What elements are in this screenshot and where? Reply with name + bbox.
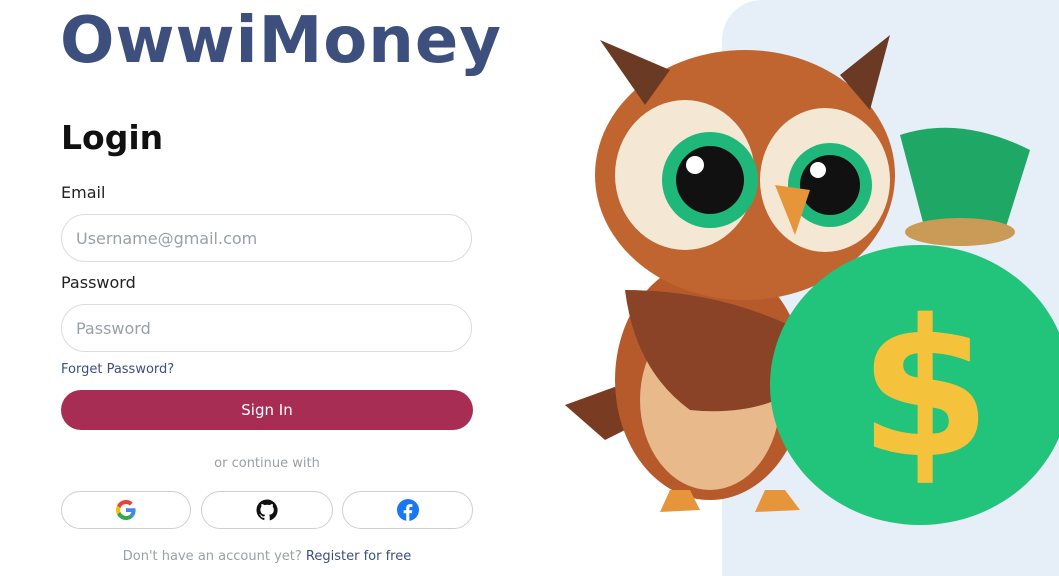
facebook-login-button[interactable]	[342, 491, 473, 529]
password-field[interactable]	[61, 304, 472, 352]
continue-with-divider: or continue with	[214, 456, 320, 471]
sign-in-button[interactable]: Sign In	[61, 390, 473, 430]
email-field[interactable]	[61, 214, 472, 262]
password-label: Password	[61, 273, 136, 292]
register-prompt-text: Don't have an account yet?	[122, 549, 302, 564]
page-title: Login	[61, 118, 164, 157]
github-icon	[256, 499, 278, 521]
register-prompt: Don't have an account yet? Register for …	[61, 549, 473, 564]
email-label: Email	[61, 183, 106, 202]
register-link[interactable]: Register for free	[306, 549, 411, 564]
google-icon	[116, 500, 136, 520]
app-logo: OwwiMoney	[60, 4, 502, 78]
svg-text:$: $	[859, 279, 991, 500]
owl-mascot-illustration: $	[565, 35, 1059, 525]
google-login-button[interactable]	[61, 491, 191, 529]
facebook-icon	[396, 499, 419, 521]
forgot-password-link[interactable]: Forget Password?	[61, 362, 174, 377]
github-login-button[interactable]	[201, 491, 333, 529]
